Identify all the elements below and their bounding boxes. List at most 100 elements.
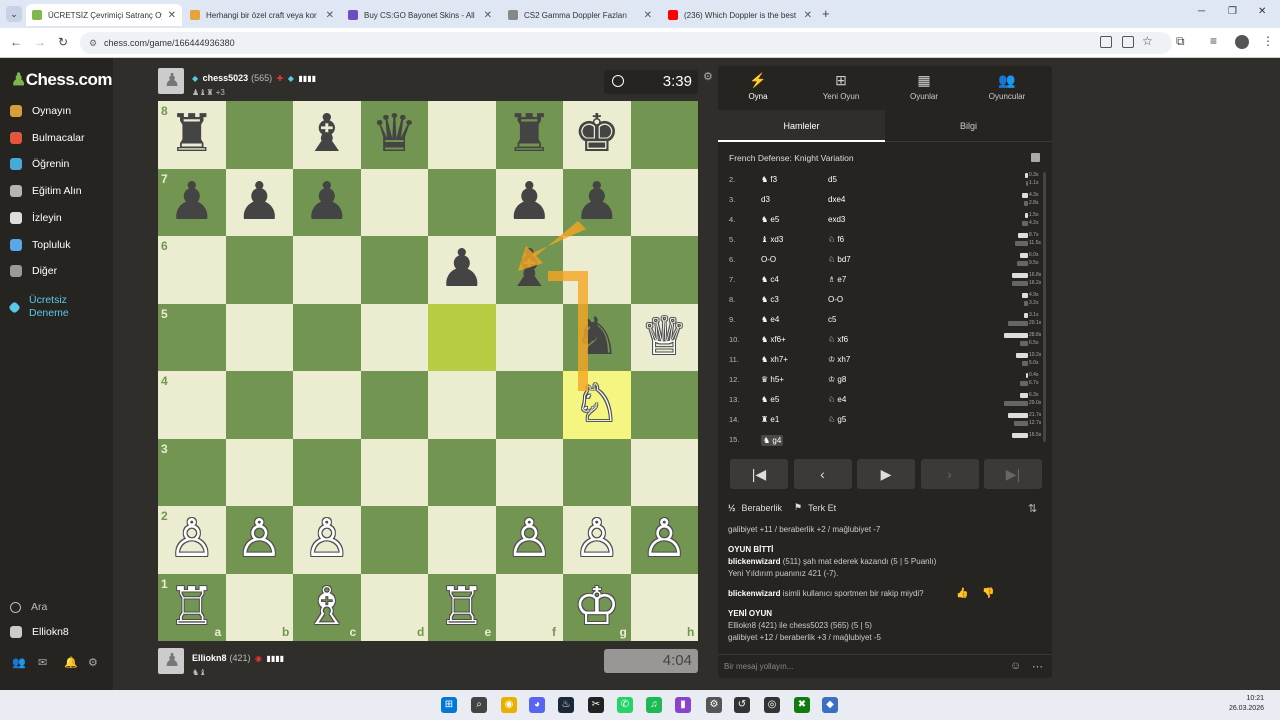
piece-c8[interactable]: ♝ — [293, 101, 361, 169]
install-icon[interactable] — [1122, 36, 1134, 48]
tab-close-icon[interactable]: ✕ — [644, 10, 652, 21]
browser-tab[interactable]: Herhangi bir özel craft veya kor ✕ — [184, 4, 340, 26]
move-list-scrollbar[interactable] — [1043, 172, 1046, 442]
square-c5[interactable] — [293, 303, 361, 371]
close-window-button[interactable]: ✕ — [1258, 6, 1266, 17]
winner-name[interactable]: blickenwizard — [728, 557, 780, 566]
app-icon[interactable]: ▮ — [675, 697, 691, 713]
square-h4[interactable] — [630, 371, 698, 439]
black-move[interactable]: ♔ xh7 — [828, 355, 850, 364]
square-e4[interactable] — [428, 371, 496, 439]
top-player-name[interactable]: chess5023 — [203, 73, 249, 83]
white-move[interactable]: ♞ xh7+ — [761, 355, 788, 364]
piece-f2[interactable]: ♙ — [496, 506, 564, 574]
piece-h5[interactable]: ♕ — [631, 304, 699, 372]
browser-tab[interactable]: ÜCRETSİZ Çevrimiçi Satranç Oy ✕ — [26, 4, 182, 26]
black-move[interactable]: O-O — [828, 295, 843, 304]
piece-f6[interactable]: ♝ — [496, 236, 564, 304]
square-d2[interactable] — [360, 506, 428, 574]
chrome-icon[interactable]: ◉ — [501, 697, 517, 713]
square-a5[interactable] — [158, 303, 226, 371]
white-move[interactable]: ♞ e5 — [761, 215, 779, 224]
black-move[interactable]: ♘ e4 — [828, 395, 846, 404]
sidebar-item-7[interactable]: Diğer — [10, 265, 57, 278]
user-profile-link[interactable]: Elliokn8 — [10, 626, 69, 638]
new-tab-button[interactable]: + — [822, 6, 830, 21]
white-move[interactable]: ♞ f3 — [761, 175, 777, 184]
steam-icon[interactable]: ♨ — [558, 697, 574, 713]
piece-f7[interactable]: ♟ — [496, 169, 564, 237]
black-move[interactable]: ♗ e7 — [828, 275, 846, 284]
piece-c7[interactable]: ♟ — [293, 169, 361, 237]
sidebar-item-6[interactable]: Topluluk — [10, 238, 71, 251]
chat-input[interactable]: Bir mesaj yollayın... ☺ ⋯ — [718, 654, 1052, 678]
square-e3[interactable] — [428, 438, 496, 506]
xbox-icon[interactable]: ✖ — [794, 697, 810, 713]
prev-move-button[interactable]: ‹ — [793, 459, 852, 489]
tab-info[interactable]: Bilgi — [885, 110, 1052, 142]
next-move-button[interactable]: › — [920, 459, 979, 489]
piece-g7[interactable]: ♟ — [563, 169, 631, 237]
piece-c1[interactable]: ♗ — [293, 574, 361, 642]
resign-button[interactable]: Terk Et — [808, 503, 836, 513]
tab-new-game[interactable]: ⊞ Yeni Oyun — [801, 72, 881, 101]
book-icon[interactable] — [1031, 153, 1040, 162]
tab-moves[interactable]: Hamleler — [718, 110, 885, 142]
square-d5[interactable] — [360, 303, 428, 371]
sidebar-item-1[interactable]: Oynayın — [10, 105, 71, 117]
spotify-icon[interactable]: ♫ — [646, 697, 662, 713]
square-a4[interactable] — [158, 371, 226, 439]
tab-close-icon[interactable]: ✕ — [484, 10, 492, 21]
square-b6[interactable] — [225, 236, 293, 304]
reload-icon[interactable]: ↻ — [58, 35, 68, 49]
chess-board[interactable]: 8 7 6 5 4 3 2 1 a b c d e f g h ♜ ♝ ♛ ♜ ♚ ♟ ♟ ♟ ♟ ♟ ♟ ♝ ♞ ♕ ♘ ♙ ♙ ♙ ♙ ♙ ♙ ♖ ♗ ♖… — [158, 101, 698, 641]
free-trial-link[interactable]: Ücretsiz Deneme — [8, 294, 69, 320]
tab-close-icon[interactable]: ✕ — [168, 10, 176, 21]
sportsman-user[interactable]: blickenwizard — [728, 589, 780, 598]
search-link[interactable]: Ara — [10, 601, 47, 613]
square-f3[interactable] — [495, 438, 563, 506]
square-a6[interactable] — [158, 236, 226, 304]
system-clock[interactable]: 10:21 26.03.2026 — [1229, 694, 1264, 714]
tab-search-dropdown[interactable]: ⌄ — [6, 6, 22, 22]
url-field[interactable]: ⚙ chess.com/game/166444936380 — [80, 32, 1172, 54]
piece-e6[interactable]: ♟ — [428, 236, 496, 304]
screen-icon[interactable] — [1100, 36, 1112, 48]
app-icon-4[interactable]: ◆ — [822, 697, 838, 713]
piece-g2[interactable]: ♙ — [563, 506, 631, 574]
square-e7[interactable] — [428, 168, 496, 236]
piece-g1[interactable]: ♔ — [563, 574, 631, 642]
search-icon[interactable]: ⌕ — [471, 697, 487, 713]
maximize-button[interactable]: ❐ — [1228, 6, 1237, 17]
square-c6[interactable] — [293, 236, 361, 304]
square-h8[interactable] — [630, 101, 698, 169]
forward-icon[interactable]: → — [34, 35, 46, 49]
whatsapp-icon[interactable]: ✆ — [617, 697, 633, 713]
tab-play[interactable]: ⚡ Oyna — [718, 72, 798, 101]
square-c3[interactable] — [293, 438, 361, 506]
square-h6[interactable] — [630, 236, 698, 304]
piece-g4[interactable]: ♘ — [563, 371, 631, 439]
draw-button[interactable]: Beraberlik — [742, 503, 783, 513]
white-move[interactable]: ♜ e1 — [761, 415, 779, 424]
square-b5[interactable] — [225, 303, 293, 371]
square-h7[interactable] — [630, 168, 698, 236]
sidebar-item-5[interactable]: İzleyin — [10, 211, 62, 224]
square-e8[interactable] — [428, 101, 496, 169]
sidebar-item-3[interactable]: Öğrenin — [10, 158, 69, 171]
discord-icon[interactable]: ◕ — [529, 697, 545, 713]
white-move[interactable]: ♞ xf6+ — [761, 335, 786, 344]
chess-logo[interactable]: ♟Chess.com — [11, 70, 112, 90]
piece-f8[interactable]: ♜ — [496, 101, 564, 169]
piece-g8[interactable]: ♚ — [563, 101, 631, 169]
settings-icon[interactable]: ⚙ — [706, 697, 722, 713]
browser-tab[interactable]: CS2 Gamma Doppler Fazları ✕ — [502, 4, 658, 26]
piece-g5[interactable]: ♞ — [563, 304, 631, 372]
tab-games[interactable]: ▦ Oyunlar — [884, 72, 964, 101]
piece-a8[interactable]: ♜ — [158, 101, 226, 169]
square-d4[interactable] — [360, 371, 428, 439]
square-f4[interactable] — [495, 371, 563, 439]
sidebar-item-4[interactable]: Eğitim Alın — [10, 185, 82, 198]
white-move[interactable]: ♞ e4 — [761, 315, 779, 324]
friends-icon[interactable]: 👥 — [12, 656, 26, 669]
